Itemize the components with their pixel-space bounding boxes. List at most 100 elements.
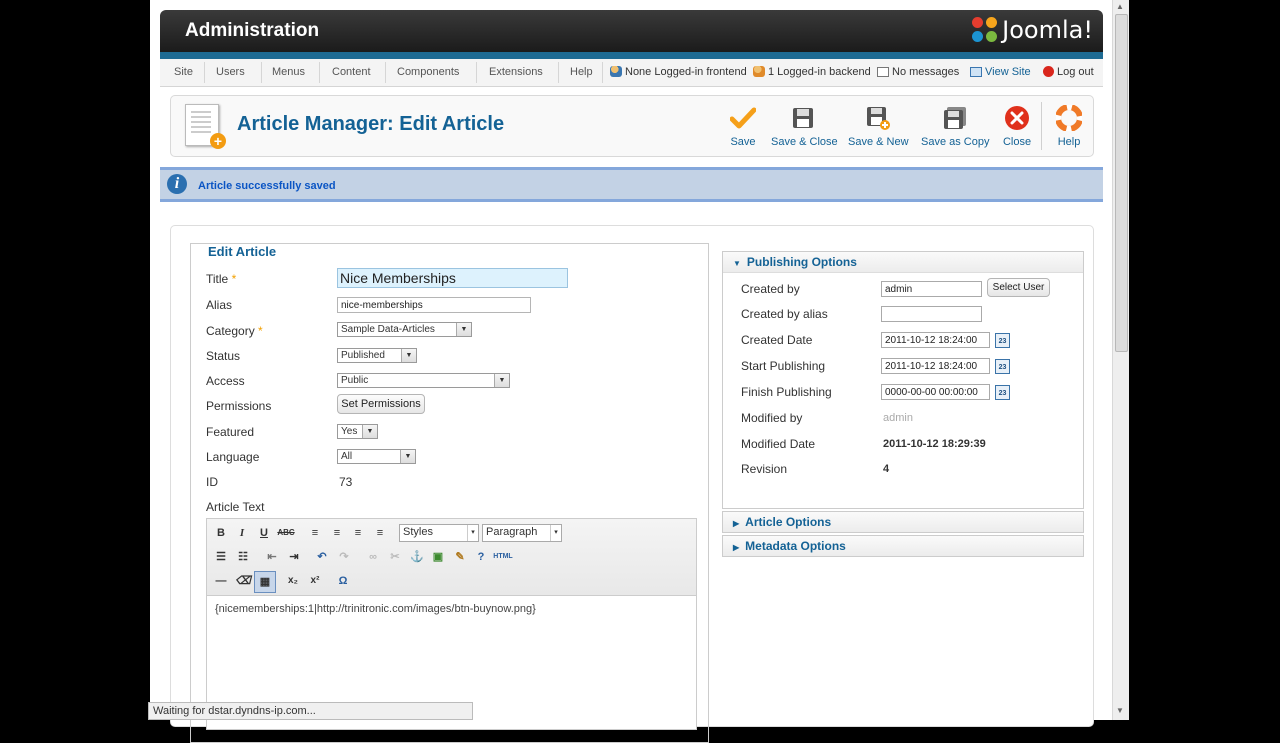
- cleanup-icon[interactable]: ✎: [450, 547, 470, 567]
- horizontal-rule-icon[interactable]: —: [211, 571, 231, 591]
- scroll-down-icon[interactable]: ▼: [1116, 706, 1124, 715]
- joomla-logo[interactable]: Joomla!: [972, 16, 1093, 44]
- monitor-icon: [970, 67, 982, 77]
- scroll-up-icon[interactable]: ▲: [1116, 2, 1124, 11]
- align-left-icon[interactable]: ≡: [305, 523, 325, 543]
- publishing-options-header[interactable]: ▼ Publishing Options: [723, 252, 1083, 273]
- status-select[interactable]: Published ▼: [337, 348, 417, 363]
- main-menu: Site Users Menus Content Components Exte…: [160, 59, 1103, 87]
- metadata-options-panel[interactable]: ▶ Metadata Options: [722, 535, 1084, 557]
- backend-users-status: 1 Logged-in backend: [753, 66, 871, 78]
- page-title: Article Manager: Edit Article: [237, 113, 505, 135]
- calendar-icon[interactable]: 23: [995, 333, 1010, 348]
- close-button[interactable]: Close: [1001, 104, 1033, 148]
- calendar-icon[interactable]: 23: [995, 385, 1010, 400]
- editor-content[interactable]: {nicememberships:1|http://trinitronic.co…: [215, 603, 536, 615]
- scrollbar-thumb[interactable]: [1115, 14, 1128, 352]
- access-select[interactable]: Public ▼: [337, 373, 510, 388]
- menu-extensions[interactable]: Extensions: [489, 66, 543, 78]
- language-label: Language: [206, 450, 260, 464]
- numbered-list-icon[interactable]: ☷: [233, 547, 253, 567]
- remove-format-icon[interactable]: ⌫: [233, 571, 253, 591]
- vertical-scrollbar[interactable]: ▲ ▼: [1112, 0, 1129, 720]
- featured-select[interactable]: Yes ▼: [337, 424, 378, 439]
- chevron-down-icon: ▾: [467, 525, 478, 541]
- created-date-label: Created Date: [741, 333, 813, 347]
- id-value: 73: [339, 475, 353, 489]
- created-date-input[interactable]: [881, 332, 990, 348]
- menu-users[interactable]: Users: [216, 66, 245, 78]
- menu-site[interactable]: Site: [174, 66, 193, 78]
- messages-status[interactable]: No messages: [877, 66, 959, 78]
- bullet-list-icon[interactable]: ☰: [211, 547, 231, 567]
- created-by-alias-input[interactable]: [881, 306, 982, 322]
- strikethrough-button[interactable]: ABC: [276, 523, 296, 543]
- joomla-logo-icon: [972, 17, 998, 43]
- article-options-header[interactable]: ▶ Article Options: [723, 512, 1083, 532]
- floppy-plus-icon: [848, 104, 908, 132]
- metadata-options-header[interactable]: ▶ Metadata Options: [723, 536, 1083, 556]
- save-button[interactable]: Save: [727, 104, 759, 148]
- chevron-down-icon: ▼: [362, 425, 377, 438]
- browser-status-bar: Waiting for dstar.dyndns-ip.com...: [148, 702, 473, 720]
- superscript-button[interactable]: x²: [305, 571, 325, 591]
- indent-icon[interactable]: ⇥: [284, 547, 304, 567]
- joomla-logo-text: Joomla!: [1002, 16, 1093, 44]
- start-publishing-label: Start Publishing: [741, 359, 826, 373]
- align-center-icon[interactable]: ≡: [327, 523, 347, 543]
- align-justify-icon[interactable]: ≡: [370, 523, 390, 543]
- language-select[interactable]: All ▼: [337, 449, 416, 464]
- alias-input[interactable]: [337, 297, 531, 313]
- article-add-icon: +: [185, 104, 226, 149]
- save-close-button[interactable]: Save & Close: [771, 104, 838, 148]
- subscript-button[interactable]: x₂: [283, 571, 303, 591]
- help-button[interactable]: Help: [1055, 104, 1083, 148]
- redo-icon[interactable]: ↷: [334, 547, 354, 567]
- chevron-down-icon: ▼: [456, 323, 471, 336]
- select-user-button[interactable]: Select User: [987, 278, 1050, 297]
- bold-button[interactable]: B: [211, 523, 231, 543]
- visual-aid-icon[interactable]: ▦: [254, 571, 276, 593]
- close-icon: [1001, 104, 1033, 132]
- chevron-down-icon: ▾: [550, 525, 561, 541]
- frontend-users-status: None Logged-in frontend: [610, 66, 747, 78]
- menu-menus[interactable]: Menus: [272, 66, 305, 78]
- format-select[interactable]: Paragraph ▾: [482, 524, 562, 542]
- finish-publishing-input[interactable]: [881, 384, 990, 400]
- save-new-button[interactable]: Save & New: [848, 104, 909, 148]
- special-char-icon[interactable]: Ω: [333, 571, 353, 591]
- user-icon: [753, 66, 765, 77]
- created-by-input[interactable]: [881, 281, 982, 297]
- permissions-label: Permissions: [206, 399, 272, 413]
- category-select[interactable]: Sample Data-Articles ▼: [337, 322, 472, 337]
- save-copy-button[interactable]: Save as Copy: [921, 104, 989, 148]
- menu-help[interactable]: Help: [570, 66, 593, 78]
- edit-article-legend: Edit Article: [206, 244, 279, 259]
- anchor-icon[interactable]: ⚓: [407, 547, 427, 567]
- set-permissions-button[interactable]: Set Permissions: [337, 394, 425, 414]
- status-label: Status: [206, 349, 241, 363]
- view-site-link[interactable]: View Site: [970, 66, 1031, 78]
- logout-link[interactable]: Log out: [1043, 66, 1094, 78]
- help-icon[interactable]: ?: [471, 547, 491, 567]
- styles-select[interactable]: Styles ▾: [399, 524, 479, 542]
- menu-content[interactable]: Content: [332, 66, 371, 78]
- menu-components[interactable]: Components: [397, 66, 459, 78]
- link-icon[interactable]: ∞: [363, 547, 383, 567]
- triangle-down-icon: ▼: [733, 259, 741, 268]
- article-options-panel[interactable]: ▶ Article Options: [722, 511, 1084, 533]
- access-label: Access: [206, 374, 245, 388]
- revision-label: Revision: [741, 462, 788, 476]
- outdent-icon[interactable]: ⇤: [262, 547, 282, 567]
- italic-button[interactable]: I: [232, 523, 252, 543]
- calendar-icon[interactable]: 23: [995, 359, 1010, 374]
- category-label: Category *: [206, 324, 263, 338]
- start-publishing-input[interactable]: [881, 358, 990, 374]
- html-icon[interactable]: HTML: [493, 547, 513, 567]
- undo-icon[interactable]: ↶: [312, 547, 332, 567]
- underline-button[interactable]: U: [254, 523, 274, 543]
- title-input[interactable]: [337, 268, 568, 288]
- image-icon[interactable]: ▣: [428, 547, 448, 567]
- unlink-icon[interactable]: ✂: [385, 547, 405, 567]
- align-right-icon[interactable]: ≡: [348, 523, 368, 543]
